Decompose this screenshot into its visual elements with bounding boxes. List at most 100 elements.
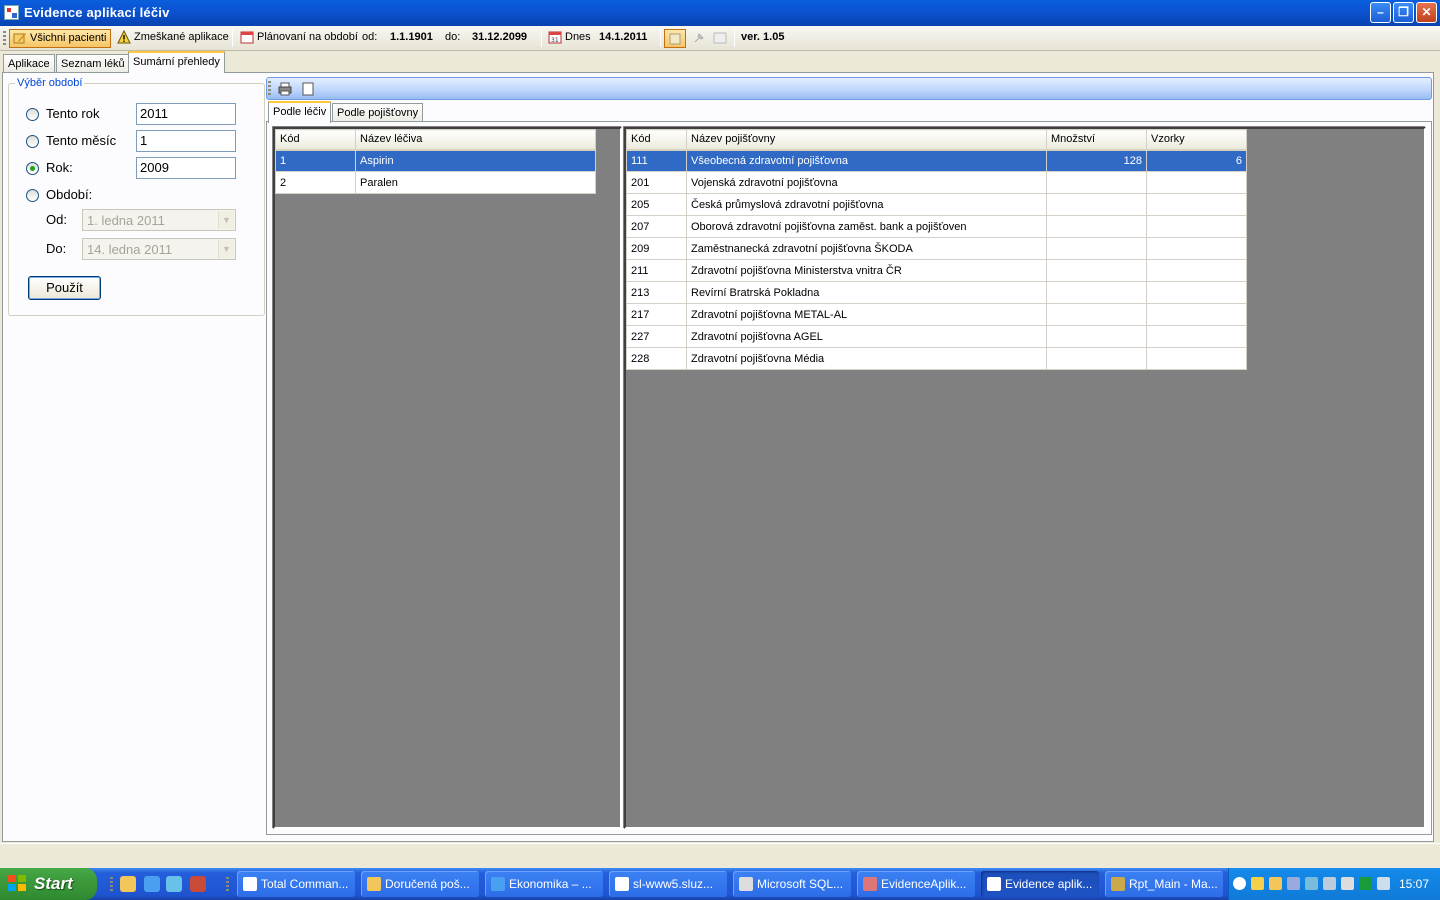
toolbar-grip[interactable] [268,81,271,96]
tray-envelope-icon[interactable] [1341,877,1354,890]
tab-podle-leciv[interactable]: Podle léčiv [268,101,332,123]
radio-circle[interactable] [26,135,39,148]
from-date-picker[interactable]: 1. ledna 2011 ▼ [82,209,236,231]
task-remote[interactable]: sl-www5.sluz... [609,871,727,897]
windows-flag-icon [8,875,28,893]
tray-search-icon[interactable] [1287,877,1300,890]
cell-code: 209 [626,237,687,260]
start-button[interactable]: Start [0,868,97,900]
calendar-31-icon: 31 [548,31,562,44]
table-row[interactable]: 205 Česká průmyslová zdravotní pojišťovna [626,193,1247,216]
radio-circle[interactable] [26,189,39,202]
tool-quick-icon[interactable] [190,876,206,892]
restore-button[interactable]: ❐ [1393,2,1414,23]
table-row[interactable]: 213 Revírní Bratrská Pokladna [626,281,1247,304]
pin-icon[interactable] [692,29,708,48]
table-row[interactable]: 209 Zaměstnanecká zdravotní pojišťovna ŠK… [626,237,1247,260]
tray-mail-icon[interactable] [1269,877,1282,890]
app-quick-icon[interactable] [166,876,182,892]
table-row[interactable]: 217 Zdravotní pojišťovna METAL-AL [626,303,1247,326]
tray-green-icon[interactable] [1359,877,1372,890]
page-icon[interactable] [301,82,315,96]
cell-insurer-name: Zdravotní pojišťovna AGEL [686,325,1047,348]
cell-code: 201 [626,171,687,194]
table-row[interactable]: 201 Vojenská zdravotní pojišťovna [626,171,1247,194]
tray-arrow-icon[interactable] [1233,877,1246,890]
minimize-button[interactable]: – [1370,2,1391,23]
all-patients-button[interactable]: Všichni pacienti [9,29,112,48]
tray-shield-icon[interactable] [1251,877,1264,890]
to-date-picker[interactable]: 14. ledna 2011 ▼ [82,238,236,260]
table-row[interactable]: 2 Paralen [275,171,596,194]
column-header-insurer-name[interactable]: Název pojišťovny [686,129,1047,151]
column-header-samples[interactable]: Vzorky [1146,129,1247,151]
cell-samples [1146,171,1247,194]
cell-insurer-name: Oborová zdravotní pojišťovna zaměst. ban… [686,215,1047,238]
mail-icon [367,877,381,891]
title-bar[interactable]: Evidence aplikací léčiv – ❐ ✕ [0,0,1440,26]
task-inbox[interactable]: Doručená poš... [361,871,479,897]
tray-network-icon[interactable] [1377,877,1390,890]
planning-button[interactable]: Plánovaní na období [237,29,358,48]
tray-app-icon[interactable] [1305,877,1318,890]
table-row[interactable]: 211 Zdravotní pojišťovna Ministerstva vni… [626,259,1247,282]
to-value: 31.12.2099 [472,31,528,43]
task-total-commander[interactable]: Total Comman... [237,871,355,897]
column-header-quantity[interactable]: Množství [1046,129,1147,151]
tab-seznam-leku[interactable]: Seznam léků [56,54,130,73]
tab-aplikace[interactable]: Aplikace [3,54,55,73]
cell-insurer-name: Vojenská zdravotní pojišťovna [686,171,1047,194]
cell-code: 217 [626,303,687,326]
column-header-drug-name[interactable]: Název léčiva [355,129,596,151]
toolbar-grip[interactable] [3,31,6,46]
drugs-grid[interactable]: Kód Název léčiva 1 Aspirin 2 Paralen [273,127,622,829]
notes-icon [669,33,681,45]
table-row[interactable]: 111 Všeobecná zdravotní pojišťovna 128 6 [626,149,1247,172]
insurers-grid[interactable]: Kód Název pojišťovny Množství Vzorky 111… [624,127,1426,829]
cell-insurer-name: Zdravotní pojišťovna METAL-AL [686,303,1047,326]
today-button[interactable]: 31 Dnes [545,29,591,48]
radio-circle[interactable] [26,108,39,121]
column-header-code[interactable]: Kód [626,129,687,151]
task-evidence-project[interactable]: EvidenceAplik... [857,871,975,897]
taskbar-grip[interactable] [110,877,113,892]
cell-insurer-name: Všeobecná zdravotní pojišťovna [686,149,1047,172]
radio-circle[interactable] [26,162,39,175]
insurers-table: Kód Název pojišťovny Množství Vzorky 111… [626,129,1247,370]
chevron-down-icon[interactable]: ▼ [218,240,234,258]
table-row[interactable]: 1 Aspirin [275,149,596,172]
column-header-code[interactable]: Kód [275,129,356,151]
close-button[interactable]: ✕ [1416,2,1437,23]
task-evidence-app[interactable]: Evidence aplik... [981,871,1099,897]
ie-quick-icon[interactable] [144,876,160,892]
chevron-down-icon[interactable]: ▼ [218,211,234,229]
table-header-row: Kód Název léčiva [275,129,596,151]
tray-grid-icon[interactable] [1323,877,1336,890]
table-row[interactable]: 207 Oborová zdravotní pojišťovna zaměst. … [626,215,1247,238]
taskbar-grip[interactable] [226,877,229,892]
missed-apps-button[interactable]: Zmeškané aplikace [114,29,229,48]
year-input[interactable]: 2009 [136,157,236,179]
this-year-input[interactable]: 2011 [136,103,236,125]
apply-button[interactable]: Použít [28,276,101,300]
cell-quantity [1046,259,1147,282]
table-row[interactable]: 227 Zdravotní pojišťovna AGEL [626,325,1247,348]
cell-quantity: 128 [1046,149,1147,172]
tab-sumarni-prehledy[interactable]: Sumární přehledy [128,51,225,73]
table-row[interactable]: 228 Zdravotní pojišťovna Média [626,347,1247,370]
cell-quantity [1046,325,1147,348]
window-title: Evidence aplikací léčiv [24,5,170,20]
task-sql[interactable]: Microsoft SQL... [733,871,851,897]
notes-button[interactable] [664,29,686,48]
task-rpt-main[interactable]: Rpt_Main - Ma... [1105,871,1223,897]
task-ekonomika[interactable]: Ekonomika – ... [485,871,603,897]
cell-samples [1146,193,1247,216]
tab-podle-pojistovny[interactable]: Podle pojišťovny [332,103,424,122]
taskbar: Start Total Comman... Doručená poš... Ek… [0,868,1440,900]
outlook-quick-icon[interactable] [120,876,136,892]
window-icon[interactable] [713,29,729,48]
version-label: ver. 1.05 [741,31,785,43]
cell-code: 227 [626,325,687,348]
this-month-input[interactable]: 1 [136,130,236,152]
print-icon[interactable] [278,82,292,96]
